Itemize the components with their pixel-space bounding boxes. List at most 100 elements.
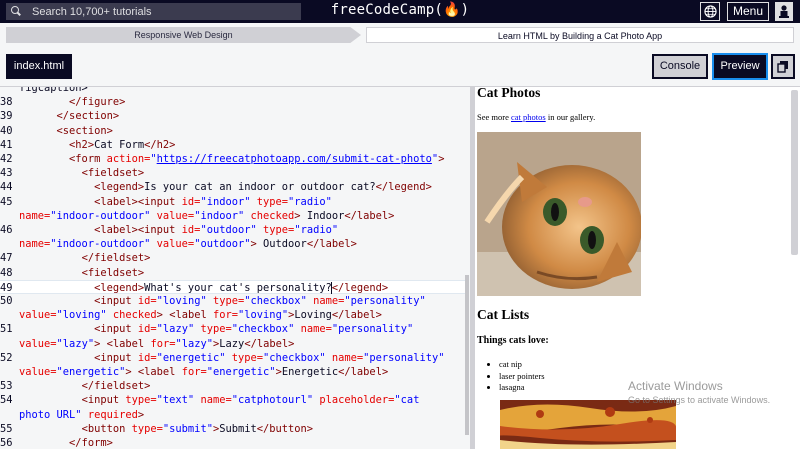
code-text[interactable]: <form action="https://freecatphotoapp.co… [19,152,444,166]
preview-scrollbar[interactable] [791,90,798,255]
breadcrumb-project[interactable]: Learn HTML by Building a Cat Photo App [366,27,794,43]
code-text[interactable]: <label><input id="outdoor" type="radio" [19,223,338,237]
globe-icon [704,5,717,18]
editor-scrollbar[interactable] [465,275,469,435]
line-number: 53 [0,380,13,393]
cats-love-list: cat nip laser pointers lasagna [491,359,545,394]
code-line[interactable]: 43 <fieldset> [0,166,466,180]
search-bar[interactable]: Search 10,700+ tutorials [6,3,301,20]
cat-photo-image[interactable] [477,132,641,296]
activate-windows-subtitle: Go to Settings to activate Windows. [628,395,771,405]
line-number: 40 [0,124,13,137]
code-line[interactable]: 52 <input id="energetic" type="checkbox"… [0,351,466,365]
code-line[interactable]: 55 <button type="submit">Submit</button> [0,422,466,436]
see-more-text: See more cat photos in our gallery. [477,112,595,122]
code-text[interactable]: name="indoor-outdoor" value="outdoor"> O… [19,237,357,251]
search-icon [6,3,24,20]
flame-icon: (🔥) [434,2,470,18]
code-text[interactable]: name="indoor-outdoor" value="indoor" che… [19,209,394,223]
code-text[interactable]: <legend>What's your cat's personality?</… [19,281,388,295]
code-text[interactable]: <button type="submit">Submit</button> [19,422,314,436]
avatar[interactable] [775,2,793,21]
code-text[interactable]: </fieldset> [19,379,151,393]
code-line[interactable]: 41 <h2>Cat Form</h2> [0,138,466,152]
code-text[interactable]: </section> [19,109,120,123]
line-number: 38 [0,96,13,109]
code-line[interactable]: 53 </fieldset> [0,379,466,393]
code-line[interactable]: value="energetic"> <label for="energetic… [0,365,466,379]
line-number: 45 [0,195,13,208]
code-line[interactable]: 48 <fieldset> [0,266,466,280]
code-text[interactable]: <input id="loving" type="checkbox" name=… [19,294,426,308]
code-text[interactable]: <fieldset> [19,266,145,280]
line-number: 55 [0,422,13,435]
code-text[interactable]: <legend>Is your cat an indoor or outdoor… [19,180,432,194]
code-line[interactable]: 42 <form action="https://freecatphotoapp… [0,152,466,166]
code-text[interactable]: <input id="energetic" type="checkbox" na… [19,351,444,365]
lasagna-image[interactable] [500,400,676,449]
code-text[interactable]: value="energetic"> <label for="energetic… [19,365,388,379]
code-text[interactable]: value="lazy"> <label for="lazy">Lazy</la… [19,337,294,351]
popout-button[interactable] [771,54,795,79]
tab-index-html[interactable]: index.html [6,54,72,79]
line-number: 48 [0,266,13,279]
line-number: 47 [0,252,13,265]
line-number: 54 [0,394,13,407]
code-line[interactable]: 46 <label><input id="outdoor" type="radi… [0,223,466,237]
code-line[interactable]: 44 <legend>Is your cat an indoor or outd… [0,180,466,194]
line-number: 49 [0,281,13,294]
code-line[interactable]: name="indoor-outdoor" value="indoor" che… [0,209,466,223]
code-text[interactable]: <label><input id="indoor" type="radio" [19,195,332,209]
code-text[interactable]: <fieldset> [19,166,145,180]
line-number: 39 [0,110,13,123]
language-button[interactable] [700,2,720,21]
code-line[interactable]: 47 </fieldset> [0,251,466,265]
preview-button[interactable]: Preview [712,53,768,80]
code-line[interactable]: 50 <input id="loving" type="checkbox" na… [0,294,466,308]
line-number: 52 [0,351,13,364]
line-number: 56 [0,437,13,449]
code-line[interactable]: 54 <input type="text" name="catphotourl"… [0,393,466,407]
code-text[interactable]: <input type="text" name="catphotourl" pl… [19,393,420,407]
code-line[interactable]: figcaption> [0,87,466,95]
code-line[interactable]: name="indoor-outdoor" value="outdoor"> O… [0,237,466,251]
user-avatar-icon [779,5,789,18]
code-text[interactable]: </form> [19,436,113,449]
activate-windows-title: Activate Windows [628,379,723,393]
console-button[interactable]: Console [652,54,708,79]
list-item: lasagna [499,382,545,394]
code-line[interactable]: value="loving" checked> <label for="lovi… [0,308,466,322]
breadcrumb: Responsive Web Design Learn HTML by Buil… [0,23,800,47]
code-line[interactable]: photo URL" required> [0,408,466,422]
editor-toolbar: index.html Console Preview [0,47,800,87]
cat-photos-link[interactable]: cat photos [511,112,546,122]
menu-button[interactable]: Menu [727,2,769,21]
line-number: 50 [0,295,13,307]
line-number: 41 [0,138,13,151]
code-text[interactable]: value="loving" checked> <label for="lovi… [19,308,382,322]
things-cats-love-heading: Things cats love: [477,335,549,346]
see-more-prefix: See more [477,112,511,122]
code-line[interactable]: 38 </figure> [0,95,466,109]
see-more-suffix: in our gallery. [545,112,596,122]
code-line[interactable]: 51 <input id="lazy" type="checkbox" name… [0,322,466,336]
code-text[interactable]: <section> [19,124,113,138]
line-number: 44 [0,181,13,194]
code-text[interactable]: <input id="lazy" type="checkbox" name="p… [19,322,413,336]
code-line[interactable]: 49 <legend>What's your cat's personality… [0,279,466,295]
code-editor[interactable]: figcaption> 38 </figure> 39 </section> 40 <… [0,87,470,449]
list-item: laser pointers [499,371,545,383]
code-line[interactable]: value="lazy"> <label for="lazy">Lazy</la… [0,337,466,351]
breadcrumb-course[interactable]: Responsive Web Design [6,27,361,43]
code-line[interactable]: 39 </section> [0,109,466,123]
code-text[interactable]: figcaption> [19,87,88,95]
code-text[interactable]: </fieldset> [19,251,151,265]
code-text[interactable]: <h2>Cat Form</h2> [19,138,175,152]
popout-icon [777,61,788,73]
code-line[interactable]: 40 <section> [0,124,466,138]
code-text[interactable]: </figure> [19,95,125,109]
code-text[interactable]: photo URL" required> [19,408,144,422]
code-line[interactable]: 56 </form> [0,436,466,449]
code-line[interactable]: 45 <label><input id="indoor" type="radio… [0,195,466,209]
cat-lists-heading: Cat Lists [477,307,530,322]
